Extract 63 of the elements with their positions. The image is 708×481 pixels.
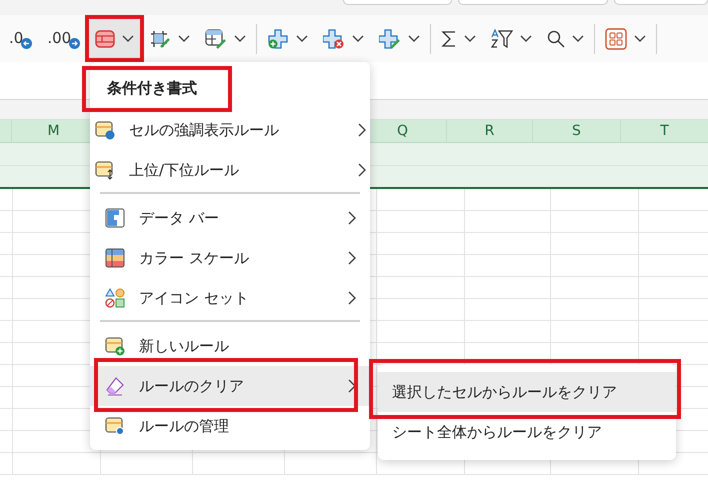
color-scale-icon xyxy=(105,248,125,268)
menu-item[interactable]: カラー スケール xyxy=(90,238,370,278)
menu-item-label: ルールの管理 xyxy=(139,416,230,437)
grid-squares-icon xyxy=(605,28,628,50)
menu-item[interactable]: ルールの管理 xyxy=(90,406,370,446)
submenu-item[interactable]: シート全体からルールをクリア xyxy=(378,412,676,452)
border-pencil-icon xyxy=(149,28,172,48)
chevron-right-icon xyxy=(348,379,356,393)
data-bar-icon xyxy=(105,208,125,228)
chevron-down-icon xyxy=(408,34,420,42)
input-field[interactable] xyxy=(458,0,608,5)
input-field[interactable] xyxy=(614,0,708,5)
menu-item-label: アイコン セット xyxy=(139,288,250,309)
menu-item[interactable]: 上位/下位ルール xyxy=(80,150,380,190)
sort-filter-icon xyxy=(491,28,514,48)
highlight-frame xyxy=(85,14,144,62)
arrow-left-badge-icon xyxy=(21,38,32,49)
submenu-item[interactable]: 選択したセルからルールをクリア xyxy=(378,372,676,412)
chevron-down-icon xyxy=(464,34,476,42)
menu-item-label: ルールのクリア xyxy=(139,376,245,397)
menu-item[interactable]: ルールのクリア xyxy=(90,366,370,406)
chevron-down-icon xyxy=(520,34,532,42)
arrow-right-badge-icon xyxy=(69,38,80,49)
chevron-right-icon xyxy=(358,163,366,177)
chevron-down-icon xyxy=(572,34,584,42)
toolbar-button[interactable]: .00 xyxy=(40,18,88,58)
column-header[interactable]: S xyxy=(532,120,620,142)
menu-item-label: データ バー xyxy=(139,208,220,229)
chevron-down-icon xyxy=(234,34,246,42)
menu-item-label: カラー スケール xyxy=(139,248,250,269)
chevron-down-icon xyxy=(178,34,190,42)
chevron-right-icon xyxy=(348,211,356,225)
sigma-icon xyxy=(441,30,458,48)
chevron-down-icon xyxy=(122,34,134,42)
chevron-right-icon xyxy=(348,251,356,265)
menu-item-label: 新しいルール xyxy=(139,336,230,357)
menu-item-label: 上位/下位ルール xyxy=(129,160,240,181)
column-header[interactable]: T xyxy=(620,120,708,142)
menu-item-label: セルの強調表示ルール xyxy=(129,120,280,141)
card-plus-icon xyxy=(105,336,125,356)
chevron-right-icon xyxy=(348,291,356,305)
shapes-icon xyxy=(105,288,125,308)
cells-plus-icon xyxy=(267,28,290,48)
cells-pencil-icon xyxy=(379,28,402,48)
input-field[interactable] xyxy=(343,0,452,5)
menu-item[interactable]: データ バー xyxy=(90,198,370,238)
menu-item[interactable]: アイコン セット xyxy=(90,278,370,318)
chevron-down-icon xyxy=(352,34,364,42)
column-header[interactable]: R xyxy=(446,120,532,142)
table-pencil-icon xyxy=(205,28,228,48)
rule-card-icon xyxy=(95,120,115,140)
sort-card-icon xyxy=(95,160,115,180)
cells-delete-icon xyxy=(323,28,346,48)
menu-item[interactable]: 新しいルール xyxy=(90,326,370,366)
eraser-icon xyxy=(105,376,125,396)
chevron-right-icon xyxy=(358,123,366,137)
search-icon xyxy=(547,30,566,48)
card-gear-icon xyxy=(105,416,125,436)
chevron-down-icon xyxy=(634,34,646,42)
toolbar-button[interactable]: .0 xyxy=(2,18,40,58)
table-grid-icon xyxy=(95,30,116,48)
menu-title: 条件付き書式 xyxy=(107,78,197,99)
chevron-down-icon xyxy=(296,34,308,42)
